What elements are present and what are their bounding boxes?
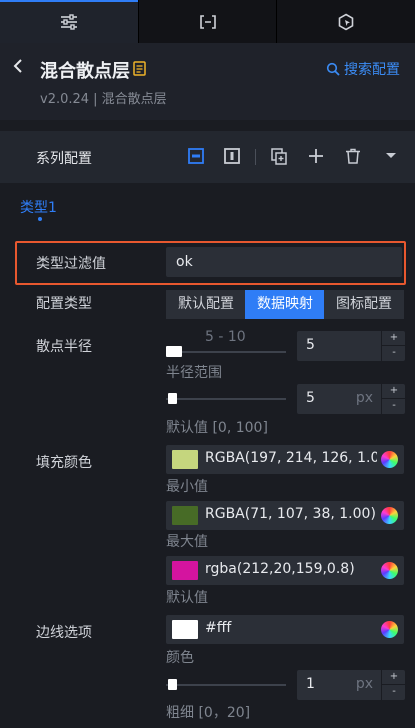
color-wheel-icon[interactable] <box>381 451 398 468</box>
border-width-caption: 粗细 [0，20] <box>166 705 251 721</box>
panel-tabs <box>0 0 415 43</box>
border-options-label: 边线选项 <box>36 625 92 641</box>
fill-max-caption: 最大值 <box>166 534 208 550</box>
back-button[interactable] <box>10 57 26 75</box>
option-data-mapping[interactable]: 数据映射 <box>245 290 325 319</box>
border-width-value: 1 <box>306 676 315 692</box>
interaction-icon <box>338 13 354 30</box>
filter-value-input[interactable]: ok <box>166 247 402 277</box>
fill-default-caption: 默认值 <box>166 590 208 606</box>
increment-button[interactable]: + <box>382 331 406 346</box>
version-text: v2.0.24 | 混合散点层 <box>40 92 167 107</box>
border-width-track[interactable] <box>166 684 286 686</box>
vertical-layout-icon <box>224 148 240 164</box>
border-color-field[interactable]: #fff <box>166 615 404 644</box>
fill-max-color-text: RGBA(71, 107, 38, 1.00) <box>205 506 376 522</box>
radius-default-caption: 默认值 [0, 100] <box>166 420 268 436</box>
vertical-layout-button[interactable] <box>223 147 241 165</box>
radius-default-unit: px <box>355 390 373 406</box>
decrement-button[interactable]: - <box>382 685 406 700</box>
radius-range-text: 5 - 10 <box>205 329 246 345</box>
radius-label: 散点半径 <box>36 339 92 355</box>
tab-data[interactable] <box>139 0 277 43</box>
color-wheel-icon[interactable] <box>381 507 398 524</box>
border-width-stepper: + - <box>381 670 406 700</box>
option-icon-config[interactable]: 图标配置 <box>324 290 404 319</box>
bracket-icon <box>199 14 216 29</box>
radius-range-track[interactable] <box>166 351 286 353</box>
option-default-config[interactable]: 默认配置 <box>166 290 246 319</box>
decrement-button[interactable]: - <box>382 346 406 361</box>
tab-type-1[interactable]: 类型1 <box>20 197 57 217</box>
copy-series-button[interactable] <box>270 147 288 165</box>
fill-min-color-field[interactable]: RGBA(197, 214, 126, 1.00) <box>166 445 404 474</box>
sliders-icon <box>60 13 77 30</box>
color-wheel-icon[interactable] <box>381 621 398 638</box>
decrement-button[interactable]: - <box>382 399 406 414</box>
filter-label: 类型过滤值 <box>36 256 106 272</box>
component-header: 混合散点层 搜索配置 v2.0.24 | 混合散点层 <box>0 43 415 120</box>
tab-interaction[interactable] <box>277 0 415 43</box>
fill-default-color-text: rgba(212,20,159,0.8) <box>205 561 355 577</box>
active-tab-indicator <box>38 217 42 221</box>
series-config-bar: 系列配置 <box>0 131 415 183</box>
search-config-button[interactable]: 搜索配置 <box>326 59 400 79</box>
document-icon[interactable] <box>133 61 146 76</box>
color-wheel-icon[interactable] <box>381 562 398 579</box>
fill-min-color-text: RGBA(197, 214, 126, 1.00) <box>205 450 377 466</box>
border-color-text: #fff <box>205 620 232 636</box>
collapse-button[interactable] <box>382 147 400 165</box>
radius-range-input[interactable]: 5 + - <box>297 331 406 361</box>
radius-default-value: 5 <box>306 390 315 406</box>
add-icon <box>309 149 323 163</box>
fill-max-swatch[interactable] <box>172 506 198 525</box>
fill-color-label: 填充颜色 <box>36 455 92 471</box>
radius-range-stepper: + - <box>381 331 406 361</box>
delete-icon <box>346 148 360 164</box>
search-icon <box>326 62 340 76</box>
fill-max-color-field[interactable]: RGBA(71, 107, 38, 1.00) <box>166 501 404 530</box>
delete-series-button[interactable] <box>344 147 362 165</box>
border-width-input[interactable]: 1 px + - <box>297 670 406 700</box>
border-width-handle[interactable] <box>168 679 177 690</box>
increment-button[interactable]: + <box>382 670 406 685</box>
fill-min-swatch[interactable] <box>172 450 198 469</box>
increment-button[interactable]: + <box>382 384 406 399</box>
add-series-button[interactable] <box>307 147 325 165</box>
radius-default-handle[interactable] <box>168 393 177 404</box>
border-color-swatch[interactable] <box>172 620 198 639</box>
config-type-label: 配置类型 <box>36 296 92 312</box>
border-width-unit: px <box>355 676 373 692</box>
horizontal-layout-button[interactable] <box>187 147 205 165</box>
section-title: 系列配置 <box>36 151 92 167</box>
radius-default-stepper: + - <box>381 384 406 414</box>
tab-style[interactable] <box>0 0 138 43</box>
search-config-label: 搜索配置 <box>344 62 400 78</box>
radius-default-input[interactable]: 5 px + - <box>297 384 406 414</box>
radius-range-value: 5 <box>306 337 315 353</box>
fill-default-swatch[interactable] <box>172 561 198 580</box>
fill-min-caption: 最小值 <box>166 479 208 495</box>
page-title: 混合散点层 <box>40 61 130 82</box>
border-color-caption: 颜色 <box>166 650 194 666</box>
radius-range-caption: 半径范围 <box>166 365 222 381</box>
toolbar-divider <box>255 149 256 165</box>
radius-default-track[interactable] <box>166 398 286 400</box>
collapse-icon <box>386 153 396 158</box>
fill-default-color-field[interactable]: rgba(212,20,159,0.8) <box>166 556 404 585</box>
chevron-left-icon <box>13 59 22 73</box>
copy-icon <box>271 147 287 165</box>
horizontal-layout-icon <box>188 148 204 164</box>
radius-range-max-handle[interactable] <box>173 346 182 357</box>
